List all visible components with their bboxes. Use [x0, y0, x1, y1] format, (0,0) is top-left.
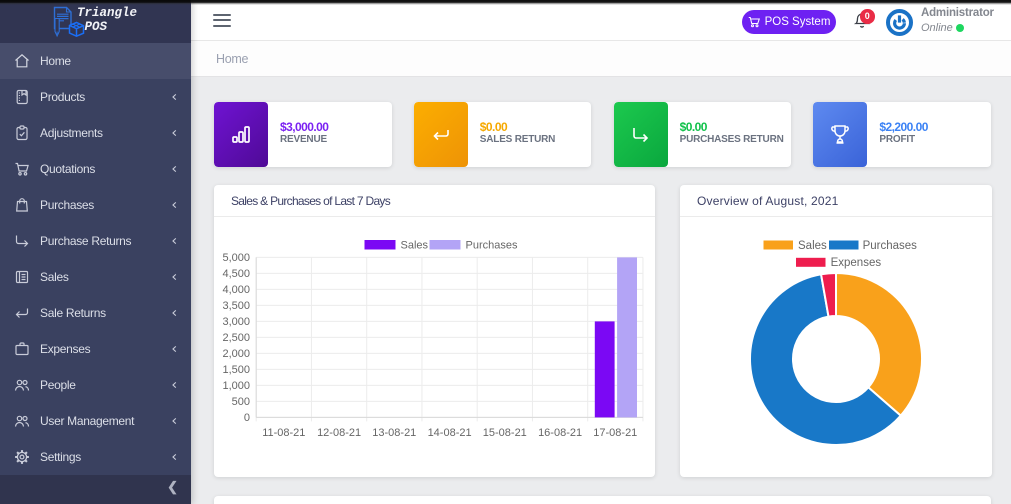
- svg-text:Expenses: Expenses: [831, 257, 882, 269]
- svg-text:1,500: 1,500: [222, 364, 250, 376]
- svg-text:2,500: 2,500: [222, 332, 250, 344]
- svg-text:4,500: 4,500: [222, 268, 250, 280]
- svg-text:5,000: 5,000: [222, 252, 250, 264]
- svg-text:2,000: 2,000: [222, 348, 250, 360]
- svg-text:3,500: 3,500: [222, 300, 250, 312]
- svg-text:11-08-21: 11-08-21: [262, 427, 305, 439]
- svg-text:4,000: 4,000: [222, 284, 250, 296]
- svg-text:Sales: Sales: [798, 240, 827, 252]
- svg-text:3,000: 3,000: [222, 316, 250, 328]
- svg-text:15-08-21: 15-08-21: [483, 427, 527, 439]
- svg-text:Purchases: Purchases: [466, 240, 518, 252]
- svg-text:Sales: Sales: [401, 240, 429, 252]
- svg-text:Purchases: Purchases: [863, 240, 918, 252]
- svg-text:13-08-21: 13-08-21: [372, 427, 416, 439]
- svg-text:500: 500: [232, 396, 250, 408]
- svg-text:14-08-21: 14-08-21: [428, 427, 472, 439]
- svg-text:16-08-21: 16-08-21: [538, 427, 582, 439]
- svg-text:1,000: 1,000: [222, 380, 250, 392]
- svg-text:17-08-21: 17-08-21: [593, 427, 637, 439]
- svg-text:0: 0: [244, 412, 250, 424]
- svg-text:12-08-21: 12-08-21: [317, 427, 361, 439]
